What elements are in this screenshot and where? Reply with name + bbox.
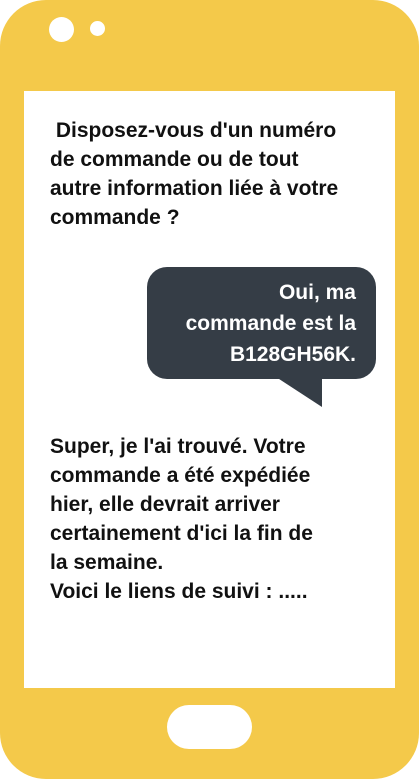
home-button[interactable] xyxy=(167,705,252,749)
incoming-message-2: Super, je l'ai trouvé. Votre commande a … xyxy=(50,432,380,606)
message-line: Oui, ma xyxy=(278,281,356,304)
message-line: commande a été expédiée xyxy=(50,464,311,487)
camera-icon xyxy=(49,17,74,42)
phone-frame: Disposez-vous d'un numéro de commande ou… xyxy=(0,0,419,779)
message-line: commande est la xyxy=(185,312,356,335)
message-line: B128GH56K. xyxy=(229,343,356,366)
outgoing-message-1: Oui, ma commande est la B128GH56K. xyxy=(156,277,356,370)
incoming-message-1: Disposez-vous d'un numéro de commande ou… xyxy=(50,116,380,232)
bubble-tail-icon xyxy=(276,377,322,407)
message-line: certainement d'ici la fin de xyxy=(50,522,313,545)
message-line: commande ? xyxy=(50,206,180,229)
message-line: hier, elle devrait arriver xyxy=(50,493,280,516)
sensor-icon xyxy=(90,21,105,36)
message-line: Super, je l'ai trouvé. Votre xyxy=(50,435,306,458)
message-line: Voici le liens de suivi : ..... xyxy=(50,580,308,603)
message-line: de commande ou de tout xyxy=(50,148,299,171)
outgoing-message-bubble: Oui, ma commande est la B128GH56K. xyxy=(147,267,376,379)
message-line: la semaine. xyxy=(50,551,164,574)
message-line: autre information liée à votre xyxy=(50,177,339,200)
message-line: Disposez-vous d'un numéro xyxy=(50,119,337,142)
